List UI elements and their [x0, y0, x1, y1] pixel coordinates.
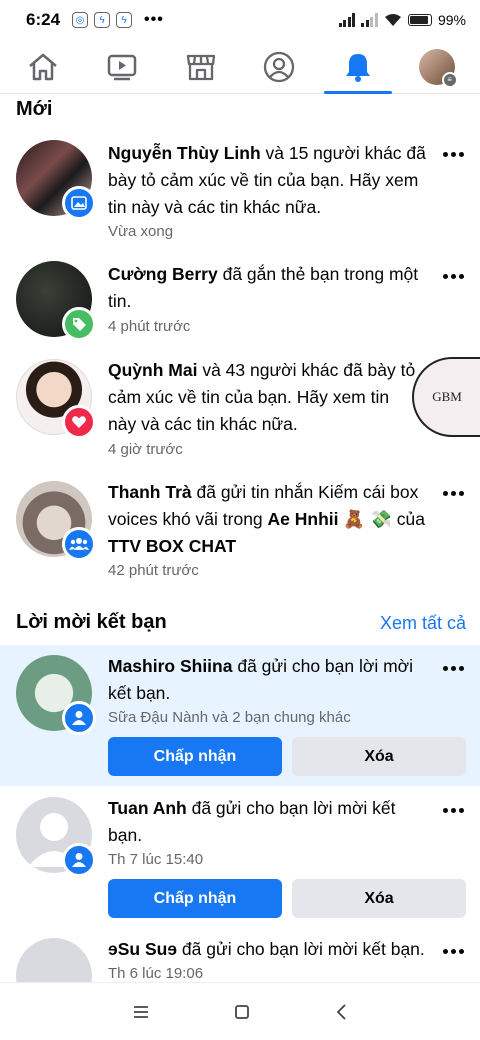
sticker-logo: GBM — [412, 357, 480, 437]
accept-button[interactable]: Chấp nhận — [108, 879, 282, 918]
notification-body-2: của — [391, 509, 425, 529]
friend-request-item[interactable]: Tuan Anh đã gửi cho bạn lời mời kết bạn.… — [0, 797, 480, 922]
photo-badge-icon — [62, 186, 96, 220]
messenger-notification-icon: ϟ — [94, 12, 111, 28]
app-notification-icon: ◎ — [72, 12, 89, 28]
tag-badge-icon — [62, 307, 96, 341]
group-name: Ae Hnhii — [267, 509, 339, 529]
signal-2-icon — [361, 13, 378, 27]
notification-name: Quỳnh Mai — [108, 360, 198, 380]
menu-icon: ≡ — [441, 71, 458, 88]
marketplace-icon — [186, 54, 215, 80]
more-options-icon[interactable] — [440, 943, 466, 959]
group-name-2: TTV BOX CHAT — [108, 536, 237, 556]
more-notifications-icon: ••• — [144, 11, 164, 28]
notification-time: 4 giờ trước — [108, 441, 183, 458]
recents-icon[interactable] — [133, 1005, 149, 1019]
bell-icon — [345, 53, 370, 82]
notification-name: Thanh Trà — [108, 482, 192, 502]
emoji: 🧸 💸 — [343, 509, 392, 529]
top-navigation: ≡ — [0, 40, 480, 94]
nav-profile[interactable] — [245, 40, 313, 94]
status-system-icons: 99% — [338, 12, 466, 28]
nav-notifications[interactable] — [323, 40, 392, 94]
notification-name: Cường Berry — [108, 264, 218, 284]
notification-text: Cường Berry đã gắn thẻ bạn trong một tin… — [108, 261, 428, 315]
notification-item[interactable]: Quỳnh Mai và 43 người khác đã bày tỏ cảm… — [0, 357, 480, 469]
battery-icon — [407, 14, 432, 26]
request-name: ɘSu Suɘ — [108, 939, 178, 959]
notification-text: Nguyễn Thùy Linh và 15 người khác đã bày… — [108, 140, 428, 221]
request-text: Mashiro Shiina đã gửi cho bạn lời mời kế… — [108, 653, 428, 707]
more-options-icon[interactable] — [440, 485, 466, 501]
status-bar: 6:24 ◎ ϟ ϟ ••• 99% — [0, 0, 480, 40]
nav-marketplace[interactable] — [167, 40, 235, 94]
friend-request-item[interactable]: Mashiro Shiina đã gửi cho bạn lời mời kế… — [0, 655, 480, 780]
more-options-icon[interactable] — [440, 146, 466, 162]
request-time: Th 7 lúc 15:40 — [108, 851, 204, 868]
friend-request-item[interactable]: ɘSu Suɘ đã gửi cho bạn lời mời kết bạn. … — [0, 938, 480, 982]
system-navigation-bar — [0, 982, 480, 1040]
delete-button[interactable]: Xóa — [292, 879, 466, 918]
request-name: Mashiro Shiina — [108, 656, 233, 676]
notification-text: Quỳnh Mai và 43 người khác đã bày tỏ cảm… — [108, 357, 418, 438]
profile-icon — [264, 51, 295, 82]
nav-watch[interactable] — [88, 40, 156, 94]
nav-menu[interactable]: ≡ — [403, 40, 471, 94]
nav-home[interactable] — [9, 40, 77, 94]
group-badge-icon — [62, 527, 96, 561]
notification-text: Thanh Trà đã gửi tin nhắn Kiếm cái box v… — [108, 479, 428, 560]
mutual-friends: Sữa Đậu Nành và 2 bạn chung khác — [108, 709, 351, 726]
status-notification-icons: ◎ ϟ ϟ ••• — [72, 11, 164, 29]
notification-item[interactable]: Nguyễn Thùy Linh và 15 người khác đã bày… — [0, 140, 480, 252]
more-options-icon[interactable] — [440, 660, 466, 676]
delete-button[interactable]: Xóa — [292, 737, 466, 776]
home-icon — [29, 53, 58, 80]
messenger-notification-icon-2: ϟ — [116, 12, 133, 28]
avatar — [16, 938, 92, 982]
sticker-logo-text: GBM — [432, 389, 462, 404]
accept-button[interactable]: Chấp nhận — [108, 737, 282, 776]
notification-name: Nguyễn Thùy Linh — [108, 143, 261, 163]
notification-time: 42 phút trước — [108, 562, 199, 579]
wifi-icon — [384, 14, 401, 26]
heart-badge-icon — [62, 405, 96, 439]
home-button-icon[interactable] — [234, 1004, 250, 1020]
notification-time: 4 phút trước — [108, 318, 191, 335]
watch-icon — [107, 54, 137, 80]
request-name: Tuan Anh — [108, 798, 187, 818]
notification-time: Vừa xong — [108, 223, 174, 240]
back-icon[interactable] — [335, 1003, 347, 1020]
notification-item[interactable]: Cường Berry đã gắn thẻ bạn trong một tin… — [0, 261, 480, 351]
more-options-icon[interactable] — [440, 802, 466, 818]
signal-icon — [338, 13, 356, 27]
notification-item[interactable]: Thanh Trà đã gửi tin nhắn Kiếm cái box v… — [0, 479, 480, 591]
section-new-title: Mới — [16, 98, 53, 120]
request-text: Tuan Anh đã gửi cho bạn lời mời kết bạn. — [108, 795, 428, 849]
request-text: ɘSu Suɘ đã gửi cho bạn lời mời kết bạn. — [108, 938, 448, 963]
friend-badge-icon — [62, 843, 96, 877]
request-time: Th 6 lúc 19:06 — [108, 965, 204, 982]
more-options-icon[interactable] — [440, 268, 466, 284]
section-friend-requests-title: Lời mời kết bạn — [16, 611, 167, 633]
see-all-link[interactable]: Xem tất cả — [380, 613, 466, 634]
status-time: 6:24 — [26, 10, 61, 29]
request-body: đã gửi cho bạn lời mời kết bạn. — [177, 939, 425, 959]
friend-badge-icon — [62, 701, 96, 735]
menu-avatar: ≡ — [418, 48, 458, 88]
battery-level: 99% — [437, 12, 466, 28]
